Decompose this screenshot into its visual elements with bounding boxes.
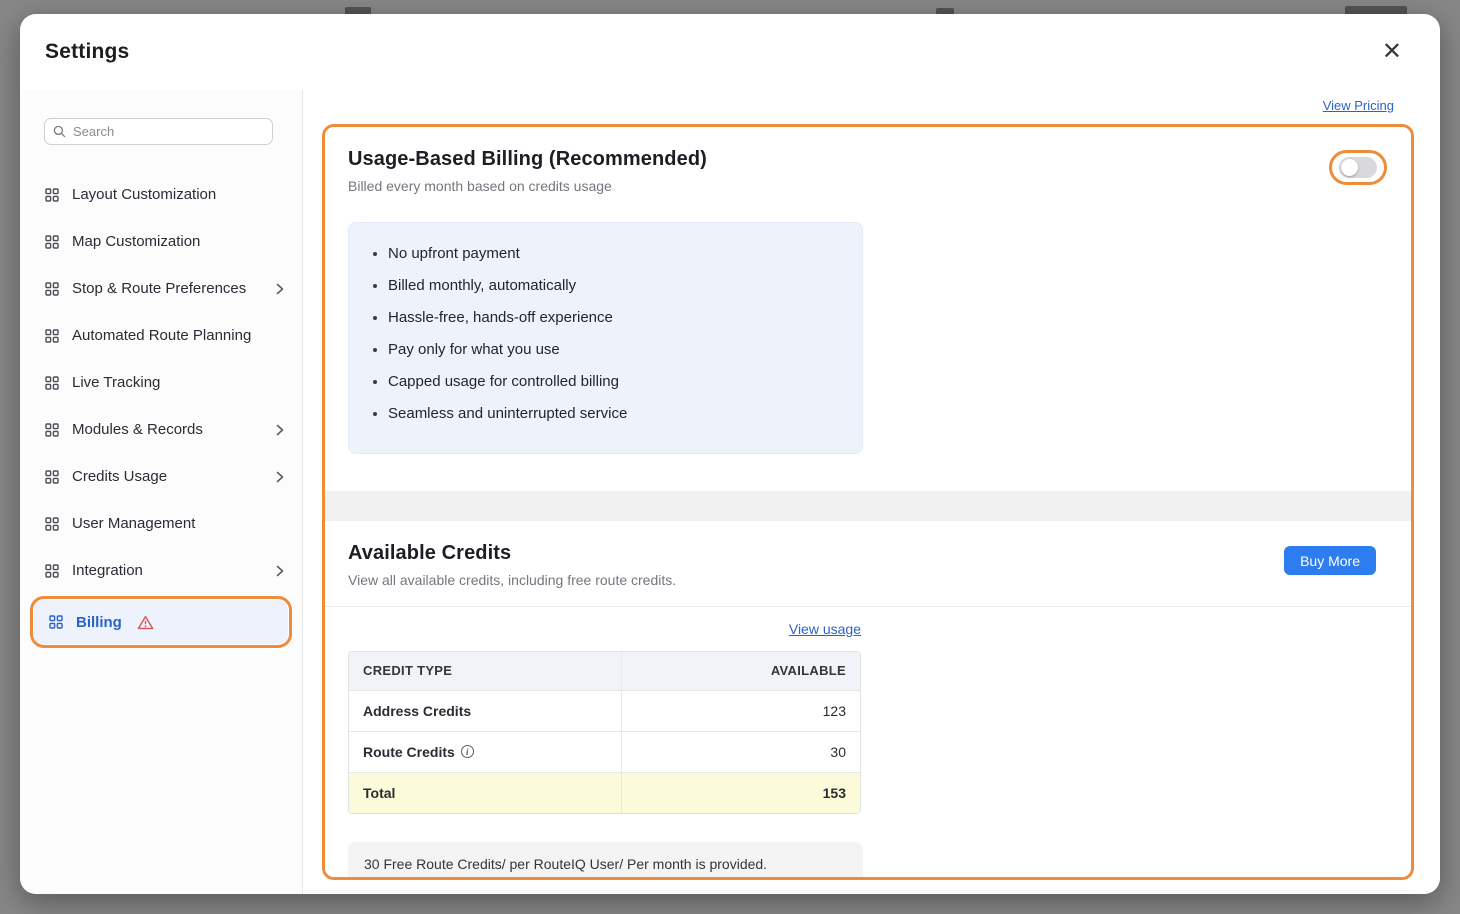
search-box[interactable] (44, 118, 273, 145)
bullet-icon (373, 347, 377, 352)
sidebar-item-label: Layout Customization (72, 186, 217, 203)
table-row-address-credits: Address Credits 123 (349, 690, 860, 732)
available-credits-title: Available Credits (348, 542, 512, 564)
benefit-item: No upfront payment (373, 245, 844, 262)
grid-icon (45, 469, 59, 484)
sidebar-item-modules-records[interactable]: Modules & Records (20, 406, 302, 453)
page-title: Settings (45, 40, 130, 63)
total-label-cell: Total (349, 772, 622, 813)
credit-type-cell: Address Credits (349, 690, 622, 732)
buy-more-button[interactable]: Buy More (1284, 546, 1376, 575)
sidebar-item-label: Credits Usage (72, 468, 168, 485)
sidebar-item-layout-customization[interactable]: Layout Customization (20, 171, 302, 218)
toggle-knob (1341, 159, 1358, 176)
sidebar-item-billing[interactable]: Billing (34, 600, 288, 644)
sidebar-item-label: Map Customization (72, 233, 201, 250)
sidebar-item-label: Automated Route Planning (72, 327, 252, 344)
settings-modal: Settings ✕ Layout Customization Map Cust… (20, 14, 1440, 894)
sidebar-item-label: Integration (72, 562, 143, 579)
sidebar-item-credits-usage[interactable]: Credits Usage (20, 453, 302, 500)
grid-icon (45, 516, 59, 531)
available-credits-subtitle: View all available credits, including fr… (348, 572, 677, 588)
table-row-route-credits: Route Credits i 30 (349, 731, 860, 773)
sidebar: Layout Customization Map Customization S… (20, 90, 303, 894)
grid-icon (45, 563, 59, 578)
credit-type-cell: Route Credits (363, 743, 455, 760)
benefit-item: Pay only for what you use (373, 341, 844, 358)
sidebar-item-label: Live Tracking (72, 374, 161, 391)
sidebar-item-automated-route-planning[interactable]: Automated Route Planning (20, 312, 302, 359)
benefit-item: Billed monthly, automatically (373, 277, 844, 294)
grid-icon (45, 375, 59, 390)
benefit-item: Hassle-free, hands-off experience (373, 309, 844, 326)
view-usage-link[interactable]: View usage (789, 621, 861, 637)
available-credits-card: Available Credits View all available cre… (325, 521, 1411, 877)
chevron-right-icon (276, 471, 284, 483)
search-icon (53, 125, 66, 138)
sidebar-item-map-customization[interactable]: Map Customization (20, 218, 302, 265)
view-pricing-link[interactable]: View Pricing (1323, 98, 1394, 113)
table-header-row: CREDIT TYPE AVAILABLE (349, 652, 860, 691)
close-icon[interactable]: ✕ (1378, 36, 1406, 68)
sidebar-item-label: Stop & Route Preferences (72, 280, 247, 297)
free-credits-note: 30 Free Route Credits/ per RouteIQ User/… (348, 842, 863, 877)
main-content: View Pricing Usage-Based Billing (Recomm… (303, 90, 1440, 894)
sidebar-item-live-tracking[interactable]: Live Tracking (20, 359, 302, 406)
chevron-right-icon (276, 565, 284, 577)
col-header-available: AVAILABLE (621, 652, 860, 691)
usage-billing-card: Usage-Based Billing (Recommended) Billed… (325, 127, 1411, 491)
col-header-credit-type: CREDIT TYPE (349, 652, 622, 691)
note-line-1: 30 Free Route Credits/ per RouteIQ User/… (364, 856, 768, 872)
grid-icon (45, 234, 59, 249)
bullet-icon (373, 283, 377, 288)
usage-billing-toggle[interactable] (1339, 157, 1377, 178)
chevron-right-icon (276, 424, 284, 436)
grid-icon (45, 187, 59, 202)
sidebar-item-user-management[interactable]: User Management (20, 500, 302, 547)
grid-icon (45, 328, 59, 343)
benefit-item: Capped usage for controlled billing (373, 373, 844, 390)
search-input[interactable] (73, 124, 264, 139)
note-line-2: Resets on the 14th of every month. (364, 874, 847, 877)
sidebar-item-label: User Management (72, 515, 196, 532)
credits-table: CREDIT TYPE AVAILABLE Address Credits 12… (348, 651, 861, 814)
benefits-box: No upfront payment Billed monthly, autom… (348, 222, 863, 454)
info-icon[interactable]: i (460, 745, 474, 758)
billing-highlight-ring: Billing (30, 596, 292, 648)
modal-body: Layout Customization Map Customization S… (20, 90, 1440, 894)
warning-triangle-icon (137, 615, 154, 630)
table-total-row: Total 153 (349, 772, 860, 813)
grid-icon (45, 281, 59, 296)
chevron-right-icon (276, 283, 284, 295)
toggle-highlight-ring (1329, 150, 1387, 185)
bullet-icon (373, 411, 377, 416)
sidebar-nav: Layout Customization Map Customization S… (20, 171, 302, 648)
benefit-item: Seamless and uninterrupted service (373, 405, 844, 422)
section-divider (325, 491, 1411, 521)
usage-billing-subtitle: Billed every month based on credits usag… (348, 178, 612, 194)
grid-icon (49, 615, 63, 629)
sidebar-item-label: Modules & Records (72, 421, 203, 438)
sidebar-item-stop-route-preferences[interactable]: Stop & Route Preferences (20, 265, 302, 312)
credit-available-cell: 30 (621, 731, 860, 773)
total-value-cell: 153 (621, 772, 860, 813)
bullet-icon (373, 315, 377, 320)
modal-header: Settings ✕ (20, 14, 1440, 90)
sidebar-item-label: Billing (76, 613, 122, 631)
bullet-icon (373, 379, 377, 384)
usage-billing-title: Usage-Based Billing (Recommended) (348, 148, 707, 170)
sidebar-item-integration[interactable]: Integration (20, 547, 302, 594)
billing-highlight-frame: Usage-Based Billing (Recommended) Billed… (322, 124, 1414, 880)
bullet-icon (373, 251, 377, 256)
credit-available-cell: 123 (621, 690, 860, 732)
grid-icon (45, 422, 59, 437)
